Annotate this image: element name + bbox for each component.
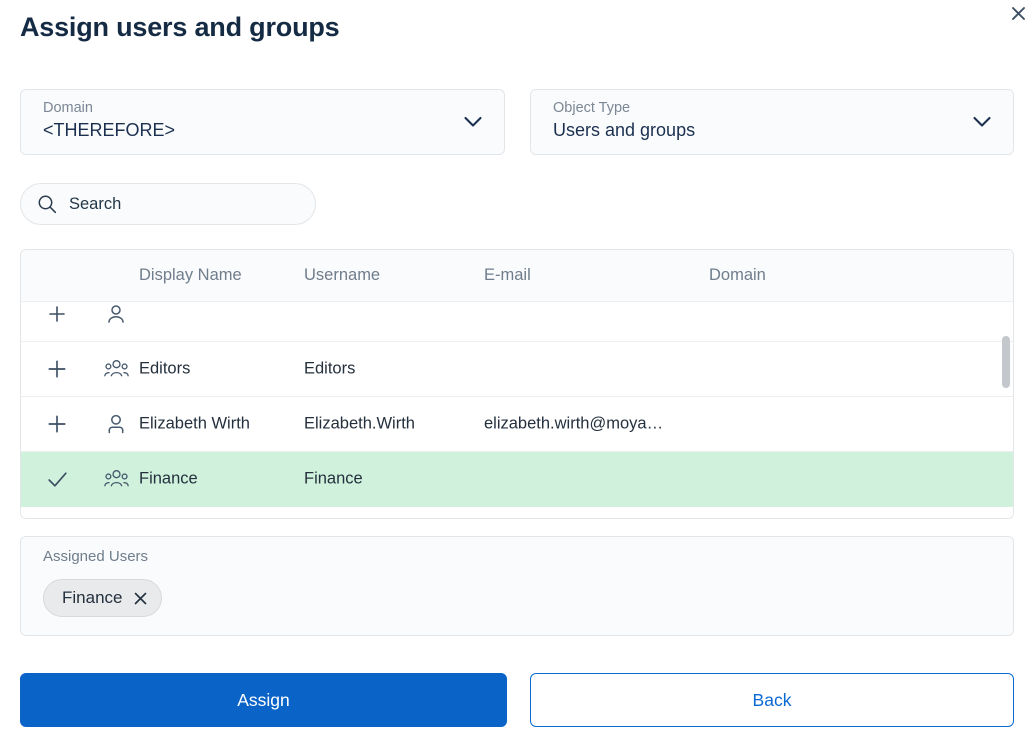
table-header-row: Display Name Username E-mail Domain	[21, 250, 1013, 302]
chevron-down-icon	[464, 117, 482, 128]
domain-select-label: Domain	[43, 100, 93, 116]
assigned-user-chip-label: Finance	[62, 588, 122, 608]
search-icon	[37, 194, 57, 214]
table-scrollbar[interactable]	[1001, 303, 1011, 518]
page-title: Assign users and groups	[20, 12, 339, 43]
close-icon[interactable]	[1005, 0, 1031, 26]
user-group-icon	[101, 355, 131, 383]
table-row[interactable]	[21, 302, 1013, 342]
cell-username: Elizabeth.Wirth	[304, 415, 415, 434]
object-type-select[interactable]: Object Type Users and groups	[530, 89, 1014, 155]
cell-display-name: Elizabeth Wirth	[139, 415, 250, 434]
plus-icon[interactable]	[43, 355, 71, 383]
column-header-domain: Domain	[709, 266, 766, 285]
table-row[interactable]: Elizabeth Wirth Elizabeth.Wirth elizabet…	[21, 397, 1013, 452]
cell-username: Editors	[304, 360, 355, 379]
search-box[interactable]	[20, 183, 316, 225]
object-type-select-value: Users and groups	[553, 120, 695, 141]
assigned-user-chip[interactable]: Finance	[43, 579, 162, 617]
single-user-icon	[101, 302, 131, 328]
cell-display-name: Finance	[139, 470, 198, 489]
user-group-icon	[101, 465, 131, 493]
assign-button[interactable]: Assign	[20, 673, 507, 727]
single-user-icon	[101, 410, 131, 438]
users-table: Display Name Username E-mail Domain	[20, 249, 1014, 519]
domain-select-value: <THEREFORE>	[43, 120, 175, 141]
table-row[interactable]: Finance Finance	[21, 452, 1013, 507]
table-rows: Editors Editors	[21, 302, 1013, 519]
table-body: Editors Editors	[21, 302, 1013, 519]
table-row[interactable]: Editors Editors	[21, 342, 1013, 397]
table-scrollbar-thumb[interactable]	[1002, 336, 1010, 388]
back-button[interactable]: Back	[530, 673, 1014, 727]
cell-email: elizabeth.wirth@moya…	[484, 415, 663, 434]
column-header-display-name: Display Name	[139, 266, 242, 285]
assigned-users-label: Assigned Users	[43, 548, 148, 565]
plus-icon[interactable]	[43, 302, 71, 328]
assign-users-dialog: Assign users and groups Domain <THEREFOR…	[0, 0, 1034, 739]
object-type-select-label: Object Type	[553, 100, 630, 116]
assigned-users-panel: Assigned Users Finance	[20, 536, 1014, 636]
assigned-users-chips: Finance	[43, 579, 162, 617]
column-header-email: E-mail	[484, 266, 531, 285]
close-icon[interactable]	[134, 592, 147, 605]
chevron-down-icon	[973, 117, 991, 128]
column-header-username: Username	[304, 266, 380, 285]
domain-select[interactable]: Domain <THEREFORE>	[20, 89, 505, 155]
table-row[interactable]: Finance_Depart Finance_Depart	[21, 507, 1013, 519]
search-input[interactable]	[69, 195, 289, 214]
cell-username: Finance	[304, 470, 363, 489]
plus-icon[interactable]	[43, 410, 71, 438]
cell-display-name: Editors	[139, 360, 190, 379]
check-icon[interactable]	[43, 465, 71, 493]
